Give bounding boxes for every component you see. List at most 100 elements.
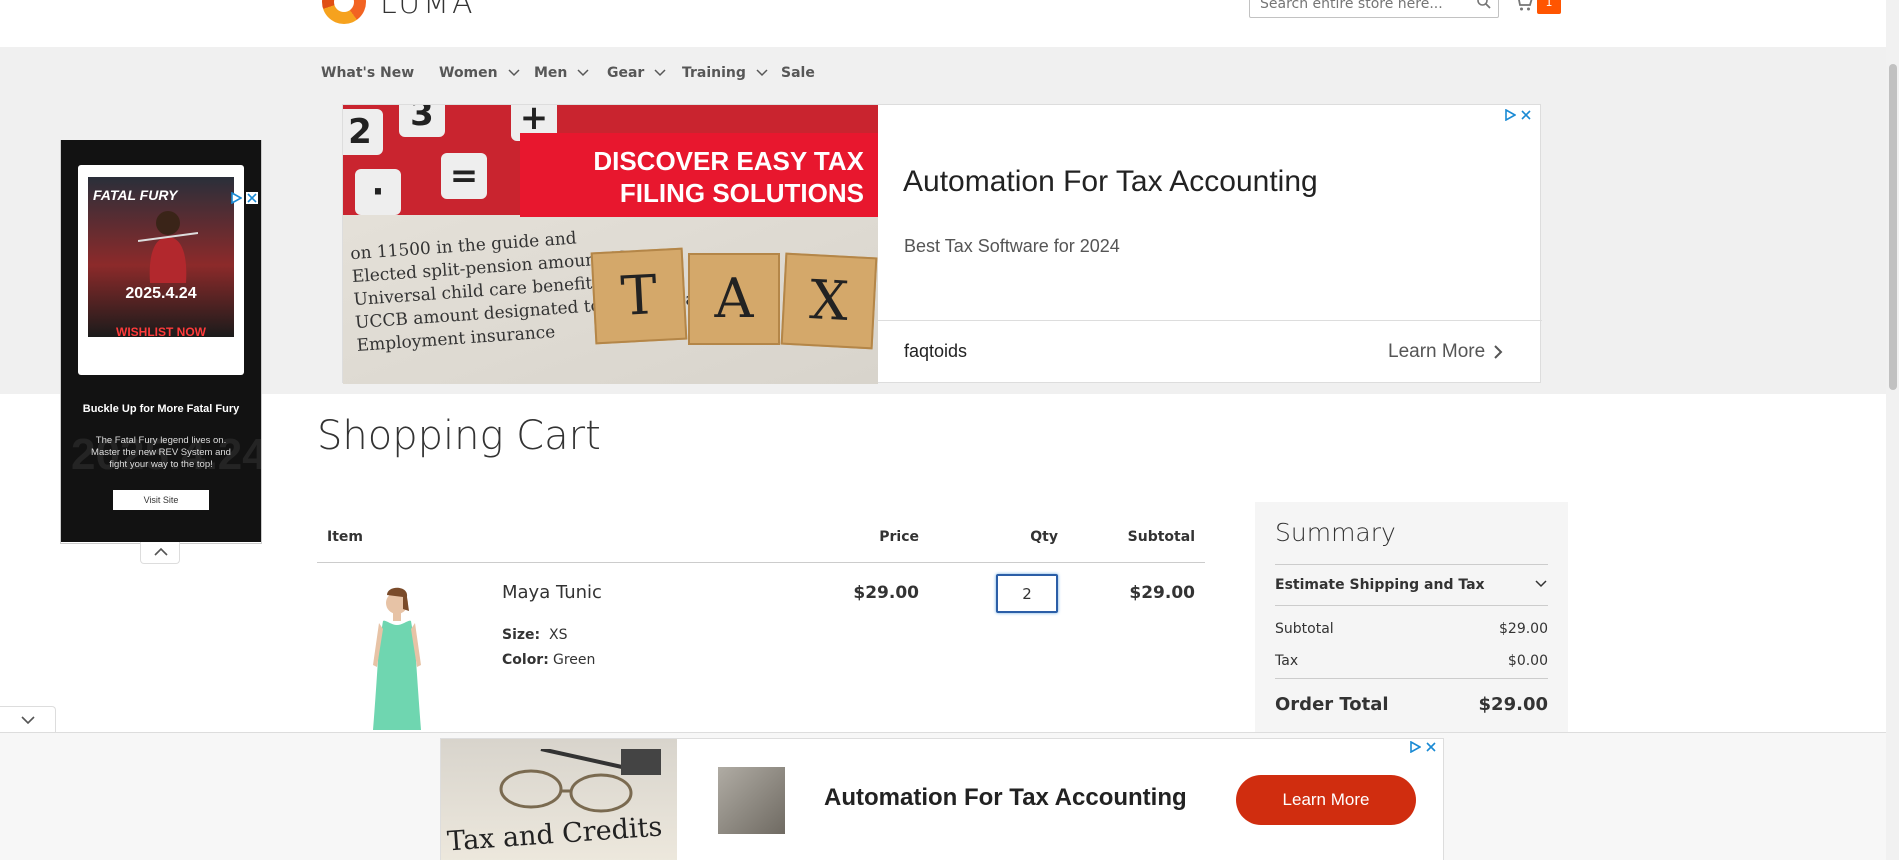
- product-name-link[interactable]: Maya Tunic: [502, 582, 602, 603]
- calculator-key: ·: [355, 169, 401, 215]
- chevron-up-icon: [154, 547, 168, 556]
- side-ad-wishlist: WISHLIST NOW: [116, 325, 206, 339]
- order-total-label: Order Total: [1275, 694, 1389, 715]
- bottom-ad-collapse-button[interactable]: [0, 706, 56, 732]
- bottom-ad-learn-more-button[interactable]: Learn More: [1236, 775, 1416, 825]
- order-total-value: $29.00: [1478, 694, 1548, 715]
- letter-tile: X: [780, 252, 878, 350]
- side-ad-heading: Buckle Up for More Fatal Fury: [82, 403, 240, 415]
- size-label: Size:: [502, 627, 541, 643]
- adchoices-icon[interactable]: [1504, 109, 1516, 121]
- chevron-down-icon: [756, 69, 768, 77]
- side-ad-collapse-button[interactable]: [140, 542, 180, 564]
- adchoices-controls: [1504, 109, 1532, 121]
- nav-item-sale[interactable]: Sale: [781, 61, 815, 85]
- subtotal-label: Subtotal: [1275, 621, 1334, 637]
- bottom-ad-image-text: Tax and Credits: [446, 811, 664, 858]
- nav-item-label: Sale: [781, 65, 815, 81]
- character-figure-graphic: [138, 211, 198, 283]
- chevron-down-icon: [508, 69, 520, 77]
- column-header-price: Price: [879, 529, 919, 545]
- cart-count-badge[interactable]: 1: [1537, 0, 1561, 14]
- close-icon[interactable]: [246, 192, 258, 204]
- nav-item-men[interactable]: Men: [534, 61, 589, 85]
- color-label: Color:: [502, 652, 549, 668]
- nav-item-label: Training: [682, 65, 746, 81]
- glasses-and-pen-graphic: [499, 749, 661, 813]
- chevron-down-icon: [577, 69, 589, 77]
- close-icon[interactable]: [1520, 109, 1532, 121]
- bottom-ad[interactable]: Tax and Credits Automation For Tax Accou…: [440, 738, 1444, 860]
- side-ad-body: The Fatal Fury legend lives on. Master t…: [91, 435, 231, 470]
- top-ad-headline[interactable]: Automation For Tax Accounting: [903, 165, 1318, 199]
- chevron-right-icon: [1494, 345, 1503, 359]
- item-subtotal: $29.00: [1129, 583, 1195, 603]
- side-ad-card[interactable]: FATAL FURY 2025.4.24 WISHLIST NOW: [78, 165, 244, 375]
- adchoices-icon[interactable]: [1409, 741, 1421, 753]
- nav-item-women[interactable]: Women: [439, 61, 520, 85]
- top-ad-brand[interactable]: faqtoids: [904, 341, 967, 362]
- cart-summary: Summary Estimate Shipping and Tax Subtot…: [1255, 502, 1568, 732]
- side-ad-adchoices: [230, 192, 258, 204]
- side-ad-date: 2025.4.24: [125, 285, 197, 302]
- page-title: Shopping Cart: [317, 413, 601, 459]
- side-ad-poster-title: FATAL FURY: [93, 187, 178, 203]
- divider: [1275, 678, 1548, 679]
- banner-line: FILING SOLUTIONS: [619, 178, 864, 208]
- logo-text[interactable]: LUMA: [380, 0, 476, 21]
- top-ad-banner[interactable]: 2 3 · = + DISCOVER EASY TAX FILING SOLUT…: [342, 104, 1542, 384]
- tax-label: Tax: [1275, 653, 1299, 669]
- adchoices-icon[interactable]: [230, 192, 242, 204]
- item-price: $29.00: [853, 583, 919, 603]
- chevron-down-icon: [21, 716, 35, 725]
- search-box: [1249, 0, 1499, 18]
- column-header-subtotal: Subtotal: [1127, 529, 1195, 545]
- letter-tile: T: [590, 247, 688, 345]
- top-ad-subtext: Best Tax Software for 2024: [904, 236, 1120, 256]
- chevron-down-icon: [1535, 580, 1547, 588]
- nav-item-label: Gear: [607, 65, 645, 81]
- tax-value: $0.00: [1507, 653, 1548, 669]
- bottom-ad-image[interactable]: Tax and Credits: [441, 739, 677, 860]
- column-header-qty: Qty: [1030, 529, 1058, 545]
- size-value: XS: [549, 627, 568, 643]
- estimate-shipping-label: Estimate Shipping and Tax: [1275, 577, 1485, 593]
- bottom-ad-thumbnail[interactable]: [718, 767, 785, 834]
- search-icon[interactable]: [1476, 0, 1492, 10]
- top-ad-image[interactable]: 2 3 · = + DISCOVER EASY TAX FILING SOLUT…: [343, 105, 878, 384]
- nav-item-training[interactable]: Training: [682, 61, 768, 85]
- close-icon[interactable]: [1425, 741, 1437, 753]
- page-scrollbar[interactable]: [1886, 0, 1899, 860]
- bottom-ad-bar: Tax and Credits Automation For Tax Accou…: [0, 732, 1886, 860]
- divider: [878, 320, 1542, 321]
- scrollbar-thumb[interactable]: [1889, 64, 1897, 390]
- chevron-down-icon: [654, 69, 666, 77]
- side-ad-poster[interactable]: FATAL FURY 2025.4.24 WISHLIST NOW: [88, 177, 234, 339]
- quantity-input[interactable]: [996, 574, 1058, 613]
- bottom-ad-headline[interactable]: Automation For Tax Accounting: [824, 784, 1187, 812]
- calculator-key: =: [441, 153, 487, 199]
- divider: [317, 562, 1205, 563]
- banner-line: DISCOVER EASY TAX: [593, 146, 864, 176]
- product-image[interactable]: [357, 585, 437, 730]
- color-value: Green: [553, 652, 596, 668]
- page-header: LUMA 1: [0, 0, 1886, 47]
- calculator-key: 3: [399, 105, 445, 137]
- side-ad-visit-site-button[interactable]: Visit Site: [113, 490, 209, 510]
- nav-item-gear[interactable]: Gear: [607, 61, 666, 85]
- letter-tile: A: [688, 253, 780, 345]
- luma-logo-icon[interactable]: [322, 0, 366, 24]
- nav-item-label: What's New: [321, 65, 415, 81]
- summary-title: Summary: [1275, 518, 1396, 547]
- calculator-key: 2: [343, 109, 383, 155]
- estimate-shipping-toggle[interactable]: Estimate Shipping and Tax: [1275, 565, 1548, 605]
- nav-item-whats-new[interactable]: What's New: [321, 61, 414, 85]
- nav-item-label: Men: [534, 65, 568, 81]
- search-input[interactable]: [1260, 0, 1470, 16]
- nav-item-label: Women: [439, 65, 498, 81]
- divider: [1275, 605, 1548, 606]
- cart-icon[interactable]: [1514, 0, 1534, 12]
- bottom-ad-adchoices: [1409, 741, 1437, 753]
- column-header-item: Item: [327, 529, 363, 545]
- top-ad-learn-more-link[interactable]: Learn More: [1388, 341, 1503, 363]
